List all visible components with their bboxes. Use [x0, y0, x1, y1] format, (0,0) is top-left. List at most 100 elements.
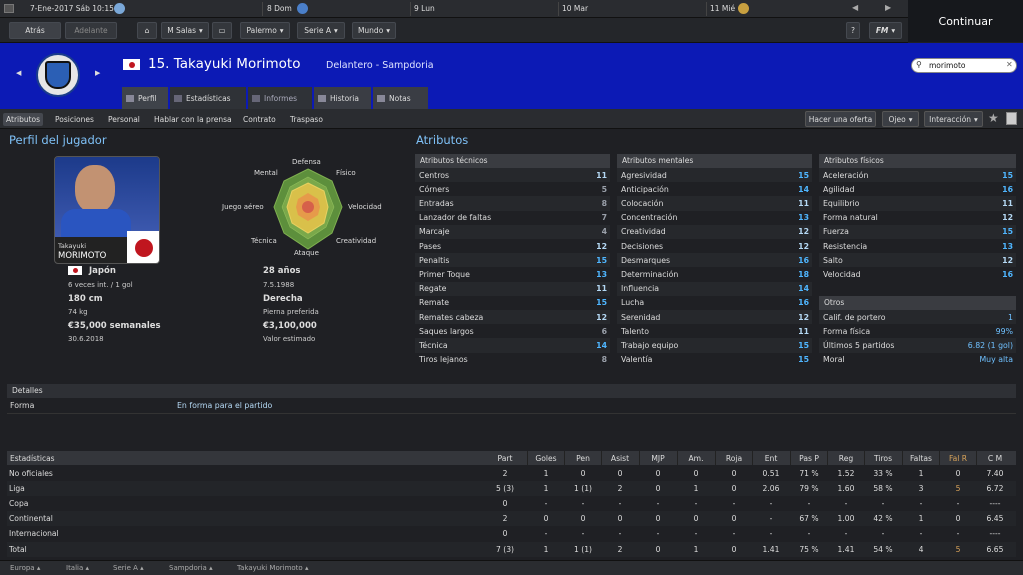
- subnav-traspaso[interactable]: Traspaso: [287, 113, 326, 126]
- stats-column-header[interactable]: Tiros: [866, 454, 900, 463]
- attribute-name: Primer Toque: [419, 269, 470, 279]
- calendar-day[interactable]: 10 Mar: [562, 4, 588, 13]
- home-button[interactable]: ⌂: [137, 22, 157, 39]
- age: 28 años: [263, 266, 301, 276]
- stats-cell: -: [844, 499, 848, 509]
- player-position-club: Delantero - Sampdoria: [326, 60, 434, 71]
- club-menu[interactable]: Palermo ▾: [240, 22, 290, 39]
- mental-attribute-row: Creatividad 12: [617, 224, 812, 239]
- technical-attribute-row: Técnica 14: [415, 338, 610, 353]
- stats-column-header[interactable]: Am.: [679, 454, 713, 463]
- stats-cell: 0: [731, 469, 737, 478]
- interaction-menu[interactable]: Interacción ▾: [924, 111, 983, 127]
- stats-column-header[interactable]: Goles: [529, 454, 563, 463]
- attribute-name: Remates cabeza: [419, 312, 484, 322]
- scroll-left-icon[interactable]: ◀: [852, 3, 858, 12]
- attribute-name: Talento: [621, 326, 649, 336]
- attribute-value: 11: [798, 198, 809, 208]
- subnav-personal[interactable]: Personal: [105, 113, 143, 126]
- scroll-right-icon[interactable]: ▶: [885, 3, 891, 12]
- stats-column-header[interactable]: Asist: [603, 454, 637, 463]
- attribute-value: 14: [596, 340, 607, 350]
- star-icon[interactable]: ★: [988, 111, 999, 125]
- stats-cell: -: [919, 529, 923, 539]
- subnav-posiciones[interactable]: Posiciones: [52, 113, 97, 126]
- attribute-value: 7: [601, 213, 607, 223]
- scout-menu[interactable]: Ojeo ▾: [882, 111, 919, 127]
- mental-attribute-row: Lucha 16: [617, 296, 812, 310]
- wage: €35,000 semanales: [68, 321, 161, 331]
- back-button[interactable]: Atrás: [9, 22, 61, 39]
- mental-attribute-row: Agresividad 15: [617, 168, 812, 183]
- stats-cell: -: [732, 499, 736, 509]
- make-offer-button[interactable]: Hacer una oferta: [805, 111, 876, 127]
- stats-cell: ----: [989, 499, 1001, 509]
- attribute-value: 12: [1002, 213, 1013, 223]
- technical-attribute-row: Regate 11: [415, 281, 610, 296]
- technical-attribute-row: Primer Toque 13: [415, 267, 610, 281]
- attribute-value: 13: [596, 269, 607, 279]
- stats-column-header[interactable]: Part: [487, 454, 523, 463]
- stats-column-header[interactable]: Roja: [717, 454, 751, 463]
- mental-attribute-row: Colocación 11: [617, 196, 812, 211]
- search-value: morimoto: [929, 61, 966, 70]
- help-button[interactable]: ?: [846, 22, 860, 39]
- stats-column-header[interactable]: Fal R: [941, 454, 975, 463]
- value: €3,100,000: [263, 321, 317, 331]
- subnav-contrato[interactable]: Contrato: [240, 113, 279, 126]
- document-icon[interactable]: [1006, 112, 1017, 125]
- stats-column-header[interactable]: C M: [978, 454, 1012, 463]
- attribute-value: 16: [1002, 184, 1013, 194]
- forward-button[interactable]: Adelante: [65, 22, 117, 39]
- japan-flag-icon: [123, 59, 140, 70]
- stats-column-header[interactable]: Reg: [829, 454, 863, 463]
- tab-perfil[interactable]: Perfil: [122, 87, 168, 109]
- stats-cell: 58 %: [873, 484, 893, 494]
- stats-column-header[interactable]: Faltas: [904, 454, 938, 463]
- calendar-day[interactable]: 8 Dom: [267, 4, 292, 13]
- club-crest[interactable]: [36, 53, 80, 97]
- tab-informes[interactable]: Informes: [248, 87, 312, 109]
- subnav-atributos[interactable]: Atributos: [3, 113, 44, 126]
- continue-button[interactable]: Continuar: [908, 0, 1023, 42]
- world-menu[interactable]: Mundo ▾: [352, 22, 396, 39]
- tab-historia[interactable]: Historia: [314, 87, 371, 109]
- search-input[interactable]: ⚲ morimoto ✕: [911, 58, 1017, 73]
- inbox-button[interactable]: ▭: [212, 22, 232, 39]
- stats-column-header[interactable]: Ent: [754, 454, 788, 463]
- breadcrumb-item[interactable]: Europa ▴: [10, 564, 40, 572]
- stats-column-header[interactable]: Pen: [566, 454, 600, 463]
- stats-column-header[interactable]: MJP: [641, 454, 675, 463]
- breadcrumb-item[interactable]: Sampdoria ▴: [169, 564, 213, 572]
- attribute-value: 11: [1002, 198, 1013, 208]
- attribute-name: Anticipación: [621, 184, 669, 194]
- tab-estadisticas[interactable]: Estadísticas: [170, 87, 246, 109]
- manager-menu[interactable]: M Salas ▾: [161, 22, 209, 39]
- nationality-flag-icon: [68, 266, 82, 275]
- clear-search-icon[interactable]: ✕: [1006, 60, 1013, 69]
- league-menu[interactable]: Serie A ▾: [297, 22, 345, 39]
- stats-cell: 0: [543, 514, 549, 524]
- previous-player-icon[interactable]: ◀: [16, 69, 21, 77]
- stats-cell: 1: [693, 544, 699, 554]
- next-player-icon[interactable]: ▶: [95, 69, 100, 77]
- attribute-name: Agilidad: [823, 184, 855, 194]
- attribute-value: 15: [1002, 227, 1013, 237]
- stats-row-label: Total: [9, 544, 27, 554]
- nationality[interactable]: Japón: [89, 266, 116, 276]
- subnav-prensa[interactable]: Hablar con la prensa: [151, 113, 235, 126]
- calendar-day[interactable]: 11 Mié: [710, 4, 735, 13]
- stats-cell: 0: [502, 499, 508, 509]
- breadcrumb-item[interactable]: Takayuki Morimoto ▴: [237, 564, 308, 572]
- stats-cell: -: [956, 499, 960, 509]
- breadcrumb-item[interactable]: Serie A ▴: [113, 564, 144, 572]
- fm-menu[interactable]: FM ▾: [869, 22, 902, 39]
- preferred-foot-label: Pierna preferida: [263, 308, 319, 316]
- tab-notas[interactable]: Notas: [373, 87, 428, 109]
- calendar-day[interactable]: 9 Lun: [414, 4, 435, 13]
- stats-cell: ----: [989, 529, 1001, 539]
- stats-column-header[interactable]: Pas P: [792, 454, 826, 463]
- breadcrumb-item[interactable]: Italia ▴: [66, 564, 89, 572]
- stats-cell: 1: [918, 514, 924, 524]
- player-photo: [55, 157, 159, 237]
